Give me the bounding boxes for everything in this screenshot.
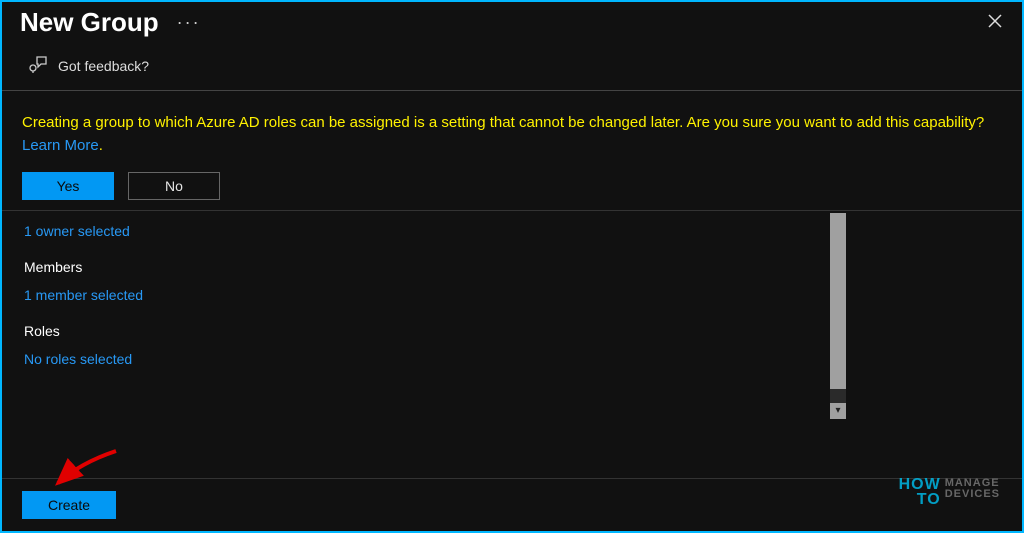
footer-bar: Create: [2, 478, 1022, 531]
content-scrollbar[interactable]: ▾: [830, 213, 846, 419]
roles-label: Roles: [24, 323, 1022, 339]
feedback-bar[interactable]: Got feedback?: [2, 45, 1022, 91]
confirm-row: Yes No: [22, 172, 1002, 200]
new-group-panel: New Group ··· Got feedback? Creating a g…: [0, 0, 1024, 533]
page-title: New Group: [20, 7, 159, 38]
scrollbar-thumb[interactable]: [830, 213, 846, 389]
learn-more-link[interactable]: Learn More: [22, 137, 99, 154]
feedback-icon: [28, 55, 48, 76]
more-menu-button[interactable]: ···: [177, 12, 201, 33]
warning-text: Creating a group to which Azure AD roles…: [22, 114, 984, 131]
feedback-label: Got feedback?: [58, 58, 149, 74]
scrollbar-down-arrow[interactable]: ▾: [830, 403, 846, 419]
members-selected-link[interactable]: 1 member selected: [24, 283, 143, 307]
form-content: 1 owner selected Members 1 member select…: [2, 211, 1022, 479]
no-button[interactable]: No: [128, 172, 220, 200]
warning-period: .: [99, 137, 103, 154]
header-left: New Group ···: [20, 7, 201, 38]
roles-selected-link[interactable]: No roles selected: [24, 347, 132, 371]
owners-selected-link[interactable]: 1 owner selected: [24, 219, 130, 243]
close-icon: [988, 14, 1002, 28]
panel-header: New Group ···: [2, 2, 1022, 45]
members-label: Members: [24, 259, 1022, 275]
close-button[interactable]: [982, 6, 1008, 39]
yes-button[interactable]: Yes: [22, 172, 114, 200]
create-button[interactable]: Create: [22, 491, 116, 519]
role-assignable-warning: Creating a group to which Azure AD roles…: [2, 91, 1022, 211]
